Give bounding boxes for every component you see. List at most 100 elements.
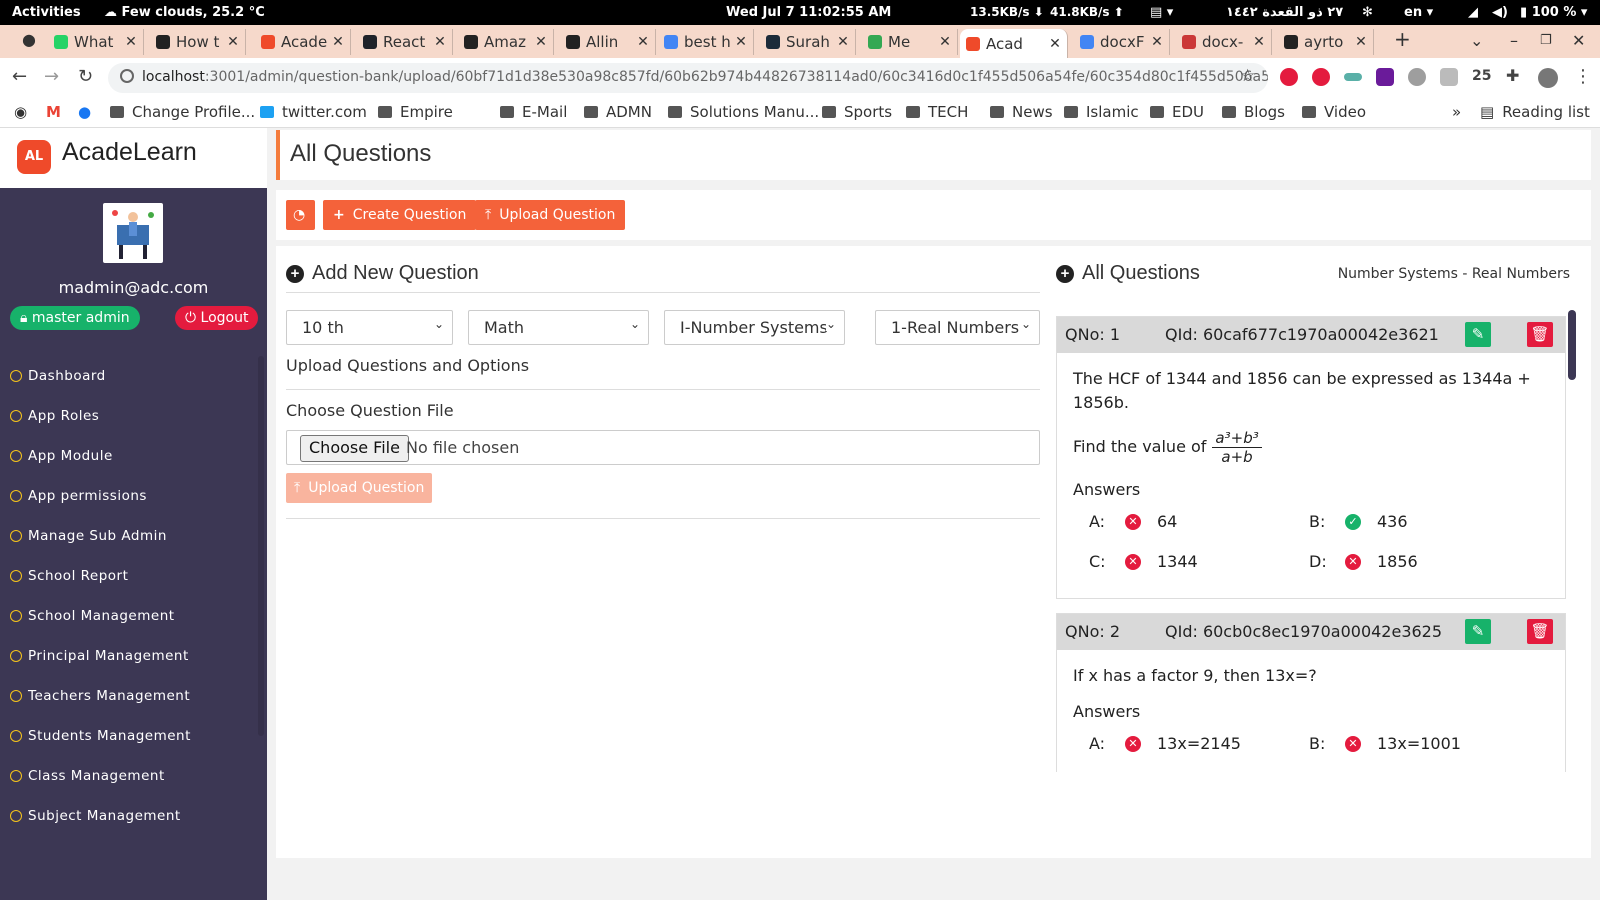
sidebar-item-manage-sub-admin[interactable]: Manage Sub Admin (10, 516, 191, 556)
sidebar-item-subject-management[interactable]: Subject Management (10, 796, 191, 836)
bookmark-item[interactable]: Islamic (1064, 103, 1139, 121)
browser-menu-icon[interactable]: ⋮ (1574, 66, 1592, 87)
tab-close-icon[interactable]: ✕ (330, 34, 346, 50)
tab-4[interactable]: React ✕ (357, 29, 453, 55)
delete-question-button[interactable]: 🗑︎ (1527, 322, 1553, 347)
tab-6[interactable]: Allin ✕ (560, 29, 656, 55)
sidebar-item-school-report[interactable]: School Report (10, 556, 191, 596)
subject-select[interactable]: Math ⌄ (468, 310, 649, 345)
tab-close-icon[interactable]: ✕ (1149, 34, 1165, 50)
bookmark-item[interactable]: E-Mail (500, 103, 567, 121)
address-bar[interactable]: localhost:3001/admin/question-bank/uploa… (108, 63, 1268, 93)
battery-indicator[interactable]: ▮ 100 % ▾ (1520, 5, 1587, 20)
clock[interactable]: Wed Jul 7 11:02:55 AM (726, 5, 891, 20)
tab-close-icon[interactable]: ✕ (1047, 36, 1063, 52)
topic-select[interactable]: 1-Real Numbers ⌄ (875, 310, 1040, 345)
extension-icon[interactable] (1376, 68, 1394, 86)
bookmark-icon-1[interactable]: ◉ (14, 103, 27, 121)
tab-close-icon[interactable]: ✕ (432, 34, 448, 50)
tab-8[interactable]: Surah ✕ (760, 29, 856, 55)
sidebar-scrollbar[interactable] (258, 356, 264, 736)
tab-10[interactable]: Acad ✕ (960, 29, 1068, 58)
tab-close-icon[interactable]: ✕ (533, 34, 549, 50)
bookmark-item[interactable]: TECH (906, 103, 968, 121)
minimize-icon[interactable]: – (1510, 31, 1518, 50)
bookmark-star-icon[interactable]: ☆ (1240, 66, 1255, 86)
new-tab-button[interactable]: + (1394, 27, 1411, 51)
class-select[interactable]: 10 th ⌄ (286, 310, 453, 345)
sidebar-item-app-roles[interactable]: App Roles (10, 396, 191, 436)
bookmarks-overflow-icon[interactable]: » (1452, 103, 1461, 121)
tab-close-icon[interactable]: ✕ (937, 34, 953, 50)
tab-list-icon[interactable]: ⌄ (1470, 31, 1483, 50)
chapter-select[interactable]: I-Number Systems ⌄ (664, 310, 845, 345)
submit-upload-button[interactable]: ⤒ Upload Question (286, 473, 433, 503)
bookmark-item[interactable]: Solutions Manu... (668, 103, 819, 121)
tab-close-icon[interactable]: ✕ (1353, 34, 1369, 50)
tab-close-icon[interactable]: ✕ (123, 34, 139, 50)
brand[interactable]: AL AcadeLearn (0, 128, 267, 188)
sidebar-item-class-management[interactable]: Class Management (10, 756, 191, 796)
bookmark-item[interactable]: Video (1302, 103, 1366, 121)
forward-icon[interactable]: → (44, 66, 59, 87)
sidebar-item-teachers-management[interactable]: Teachers Management (10, 676, 191, 716)
tab-5[interactable]: Amaz ✕ (458, 29, 554, 55)
bookmark-item[interactable]: Empire (378, 103, 453, 121)
sidebar-item-app-permissions[interactable]: App permissions (10, 476, 191, 516)
choose-file-button[interactable]: Choose File (300, 435, 409, 462)
gear-icon[interactable]: ✻ (1362, 5, 1373, 20)
extensions-puzzle-icon[interactable]: ✚ (1506, 66, 1519, 85)
sidebar-item-app-module[interactable]: App Module (10, 436, 191, 476)
tab-2[interactable]: How t ✕ (150, 29, 246, 55)
tab-close-icon[interactable]: ✕ (733, 34, 749, 50)
clipboard-icon[interactable]: ▤ ▾ (1150, 5, 1173, 20)
dashboard-button[interactable]: ◔ (286, 200, 315, 230)
sidebar-item-school-management[interactable]: School Management (10, 596, 191, 636)
maximize-icon[interactable]: ❐ (1540, 33, 1552, 48)
tab-close-icon[interactable]: ✕ (225, 34, 241, 50)
facebook-icon[interactable]: ● (78, 103, 91, 121)
delete-question-button[interactable]: 🗑︎ (1527, 619, 1553, 644)
opera-icon[interactable] (1312, 68, 1330, 86)
tab-12[interactable]: docx- ✕ (1176, 29, 1272, 55)
devtools-extension-icon[interactable] (1344, 73, 1362, 81)
tab-9[interactable]: Me ✕ (862, 29, 958, 55)
bookmark-item[interactable]: Blogs (1222, 103, 1285, 121)
sidebar-item-principal-management[interactable]: Principal Management (10, 636, 191, 676)
language-indicator[interactable]: en ▾ (1404, 5, 1433, 20)
tab-close-icon[interactable]: ✕ (1251, 34, 1267, 50)
bookmark-item[interactable]: Change Profile... (110, 103, 255, 121)
edit-question-button[interactable]: ✎ (1465, 322, 1491, 347)
adblock-icon[interactable] (1280, 68, 1298, 86)
bookmark-item[interactable]: News (990, 103, 1053, 121)
create-question-button[interactable]: + Create Question (323, 200, 477, 230)
tab-close-icon[interactable]: ✕ (635, 34, 651, 50)
sidebar-item-students-management[interactable]: Students Management (10, 716, 191, 756)
edit-question-button[interactable]: ✎ (1465, 619, 1491, 644)
back-icon[interactable]: ← (12, 66, 27, 87)
tab-3[interactable]: Acade ✕ (255, 29, 351, 55)
tab-search-icon[interactable]: ● (22, 30, 36, 49)
extension-badge[interactable]: 25 (1472, 68, 1491, 84)
logout-button[interactable]: ⏻ Logout (175, 306, 259, 330)
tab-13[interactable]: ayrto ✕ (1278, 29, 1374, 55)
activities-button[interactable]: Activities (12, 5, 81, 20)
bookmark-item[interactable]: twitter.com (260, 103, 367, 121)
volume-icon[interactable]: ◀) (1492, 5, 1508, 20)
upload-question-button[interactable]: ⤒ Upload Question (475, 200, 626, 230)
tab-7[interactable]: best h ✕ (658, 29, 754, 55)
role-badge[interactable]: 🔒︎ master admin (10, 306, 140, 330)
info-icon[interactable] (120, 69, 134, 83)
question-list[interactable]: QNo: 1 QId: 60caf677c1970a00042e3621 ✎ 🗑︎ Th… (1056, 316, 1566, 772)
tab-1[interactable]: What ✕ (48, 29, 144, 55)
bookmark-item[interactable]: Sports (822, 103, 892, 121)
question-list-scrollbar[interactable] (1568, 310, 1576, 380)
bug-extension-icon[interactable] (1408, 68, 1426, 86)
reading-list-button[interactable]: ▤ Reading list (1480, 103, 1590, 121)
close-window-icon[interactable]: ✕ (1572, 31, 1585, 50)
bookmark-item[interactable]: EDU (1150, 103, 1204, 121)
tab-close-icon[interactable]: ✕ (835, 34, 851, 50)
bookmark-item[interactable]: ADMN (584, 103, 652, 121)
question-file-input[interactable]: Choose File No file chosen (286, 430, 1040, 465)
wifi-icon[interactable]: ◢ (1468, 5, 1478, 20)
